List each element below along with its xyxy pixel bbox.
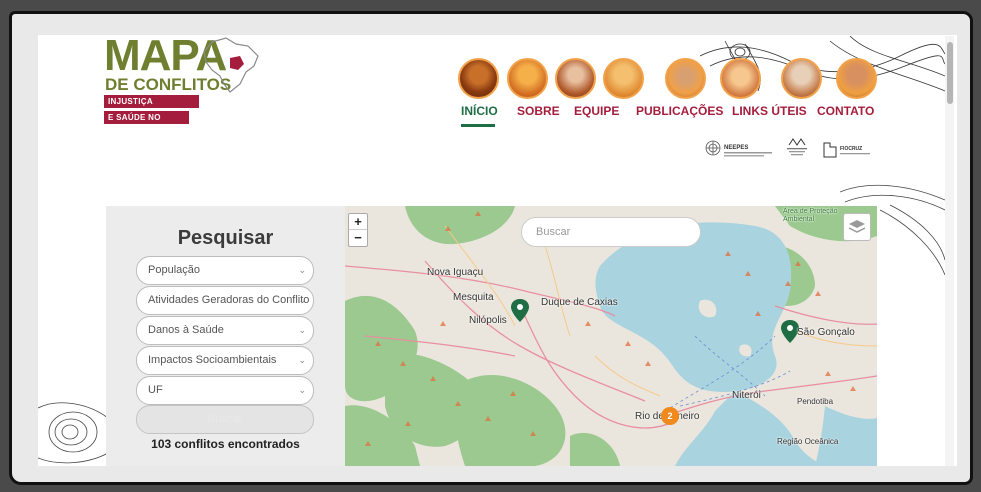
select-label: UF <box>148 384 163 396</box>
brazil-map-icon <box>203 37 259 93</box>
svg-text:NEEPES: NEEPES <box>724 145 748 151</box>
select-label: População <box>148 264 200 276</box>
avatar[interactable] <box>555 58 596 99</box>
layers-icon <box>848 220 866 233</box>
chevron-down-icon: ⌄ <box>298 355 306 365</box>
active-nav-indicator <box>461 124 495 127</box>
chevron-down-icon: ⌄ <box>298 385 306 395</box>
map-place-label: Nova Iguaçu <box>427 267 484 278</box>
nav-links-uteis[interactable]: LINKS ÚTEIS <box>732 105 807 117</box>
chevron-down-icon: ⌄ <box>298 265 306 275</box>
search-title: Pesquisar <box>177 227 274 249</box>
select-label: Impactos Socioambientais <box>148 354 277 366</box>
map-search-input[interactable]: Buscar <box>521 217 701 247</box>
topographic-decoration-icon <box>38 402 108 464</box>
filter-atividades[interactable]: Atividades Geradoras do Conflito ⌄ <box>136 286 314 315</box>
select-label: Danos à Saúde <box>148 324 224 336</box>
search-panel: Pesquisar População ⌄ Atividades Gerador… <box>106 206 345 466</box>
partner-logo-icon[interactable] <box>779 135 813 161</box>
filter-danos-saude[interactable]: Danos à Saúde ⌄ <box>136 316 314 345</box>
map-place-label: São Gonçalo <box>797 327 855 338</box>
avatar[interactable] <box>458 58 499 99</box>
nav-inicio[interactable]: INÍCIO <box>461 105 498 117</box>
map-place-label: Duque de Caxias <box>541 297 618 308</box>
layers-button[interactable] <box>843 213 871 241</box>
avatar[interactable] <box>665 58 706 99</box>
select-label: Atividades Geradoras do Conflito <box>148 294 310 306</box>
map-place-label: Nilópolis <box>469 315 507 326</box>
scrollbar-thumb[interactable] <box>947 42 953 104</box>
filter-impactos[interactable]: Impactos Socioambientais ⌄ <box>136 346 314 375</box>
fiocruz-logo-icon[interactable]: FIOCRUZ <box>822 137 874 163</box>
avatar[interactable] <box>603 58 644 99</box>
map-place-label: Mesquita <box>453 292 494 303</box>
avatar[interactable] <box>507 58 548 99</box>
zoom-in-button[interactable]: + <box>349 214 367 230</box>
zoom-control: + − <box>348 213 368 247</box>
avatar[interactable] <box>720 58 761 99</box>
map-place-label: Pendotiba <box>797 397 834 406</box>
nav-sobre[interactable]: SOBRE <box>517 105 560 117</box>
marker-cluster[interactable]: 2 <box>661 407 679 425</box>
map-place-label: Área de Proteção Ambiental <box>783 208 838 223</box>
chevron-down-icon: ⌄ <box>298 295 306 305</box>
filter-populacao[interactable]: População ⌄ <box>136 256 314 285</box>
avatar[interactable] <box>781 58 822 99</box>
results-count: 103 conflitos encontrados <box>151 437 300 451</box>
map-place-label: Niterói <box>732 390 761 401</box>
map-place-label: Região Oceânica <box>777 437 839 446</box>
neepes-logo-icon[interactable]: NEEPES <box>704 137 776 163</box>
filter-uf[interactable]: UF ⌄ <box>136 376 314 405</box>
nav-contato[interactable]: CONTATO <box>817 105 874 117</box>
avatar[interactable] <box>836 58 877 99</box>
svg-text:FIOCRUZ: FIOCRUZ <box>840 146 862 152</box>
nav-publicacoes[interactable]: PUBLICAÇÕES <box>636 105 723 117</box>
search-button[interactable]: Buscar <box>136 405 314 434</box>
conflict-map[interactable]: Nova Iguaçu Mesquita Duque de Caxias Nil… <box>345 206 877 466</box>
nav-equipe[interactable]: EQUIPE <box>574 105 619 117</box>
zoom-out-button[interactable]: − <box>349 230 367 246</box>
chevron-down-icon: ⌄ <box>298 325 306 335</box>
